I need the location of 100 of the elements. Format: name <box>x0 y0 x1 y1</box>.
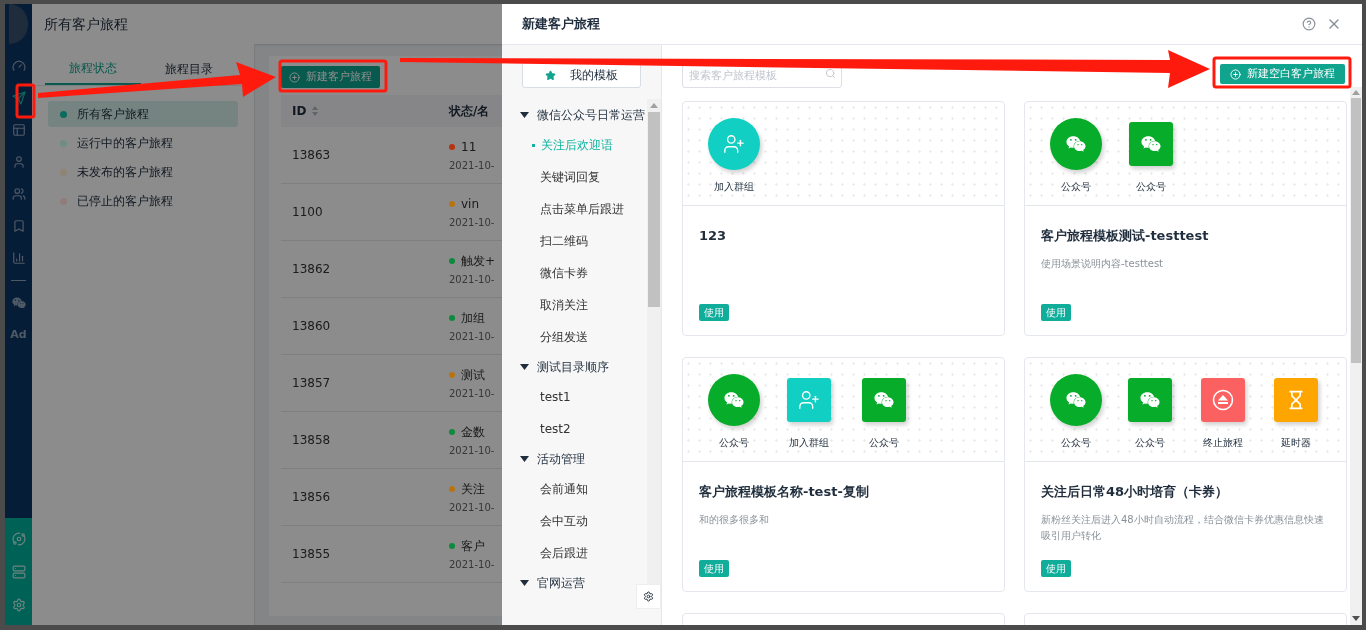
tree-item[interactable]: 微信卡券 <box>502 257 647 289</box>
orbit-icon[interactable] <box>11 531 26 546</box>
tree-item[interactable]: 点击菜单后跟进 <box>502 193 647 225</box>
table-cell-text: 13858 <box>291 432 332 449</box>
date-text: 2021-10- <box>449 386 495 401</box>
table-cell-text: 13857 <box>291 375 332 392</box>
node-label: 公众号 <box>1136 180 1166 194</box>
tree-group[interactable]: 官网运营 <box>502 569 647 593</box>
tree-item[interactable]: 取消关注 <box>502 289 647 321</box>
card-title: 客户旅程模板测试-testtest <box>1041 227 1210 245</box>
tree-item[interactable]: 会后跟进 <box>502 537 647 569</box>
filter-label: 所有客户旅程 <box>77 106 149 123</box>
tree-group[interactable]: 微信公众号日常运营 <box>502 101 647 129</box>
table-cell-text: 13863 <box>291 147 332 164</box>
card-description: 和的很多很多和 <box>699 512 770 527</box>
search-field[interactable]: 搜索客户旅程模板 <box>682 63 842 88</box>
chat-bubbles-icon <box>874 390 894 410</box>
card-title: 客户旅程模板名称-test-复制 <box>699 483 870 501</box>
filter-item[interactable]: 运行中的客户旅程 <box>48 130 238 156</box>
filter-label: 运行中的客户旅程 <box>77 135 173 152</box>
node-label: 终止旅程 <box>1203 436 1243 450</box>
node-label: 公众号 <box>1061 180 1091 194</box>
node-label: 公众号 <box>719 436 749 450</box>
node-label: 公众号 <box>1061 436 1091 450</box>
caret-icon <box>520 112 529 118</box>
template-card[interactable]: 公众号 加入群组 公众号 客户旅程模板名称-test-复制 和的很多很多和 使用 <box>682 357 1005 592</box>
caret-icon <box>520 364 529 370</box>
journey-name: 客户 <box>461 537 485 555</box>
card-description: 使用场景说明内容-testtest <box>1041 256 1165 271</box>
tree-item[interactable]: test2 <box>502 413 647 445</box>
date-text: 2021-10- <box>449 272 496 287</box>
card-description: 新粉丝关注后进入48小时自动流程，结合微信卡券优惠信息快速吸引用户转化 <box>1041 512 1325 543</box>
table-cell-text: 13855 <box>291 546 332 563</box>
user-plus-icon <box>723 133 745 155</box>
date-text: 2021-10- <box>449 329 495 344</box>
filter-label: 未发布的客户旅程 <box>77 164 173 181</box>
node-label: 公众号 <box>1135 436 1165 450</box>
settings-button[interactable] <box>636 584 661 609</box>
dashboard-icon[interactable] <box>11 59 26 73</box>
user-plus-icon <box>798 389 820 411</box>
table-cell-text: 13862 <box>291 261 332 278</box>
users-icon[interactable] <box>11 187 26 201</box>
filter-item[interactable]: 已停止的客户旅程 <box>48 188 238 214</box>
tree-item[interactable]: 会前通知 <box>502 473 647 505</box>
plus-icon <box>1230 68 1241 80</box>
search-icon <box>825 68 836 79</box>
scrollbar[interactable] <box>1350 87 1362 625</box>
eject-icon <box>1212 389 1234 411</box>
tree-item[interactable]: 会中互动 <box>502 505 647 537</box>
scroll-up-icon[interactable] <box>650 103 658 108</box>
bookmark-icon[interactable] <box>11 219 26 233</box>
send-icon[interactable] <box>11 91 26 105</box>
tree-group[interactable]: 活动管理 <box>502 445 647 473</box>
settings-icon[interactable] <box>11 597 26 612</box>
hourglass-icon <box>1286 390 1306 410</box>
date-text: 2021-10- <box>449 215 495 230</box>
logo-block <box>9 4 28 44</box>
bar-chart-icon[interactable] <box>11 251 26 265</box>
tree-item[interactable]: 扫二维码 <box>502 225 647 257</box>
node-label: 延时器 <box>1281 436 1311 450</box>
table-cell-text: 13856 <box>291 489 332 506</box>
scroll-thumb[interactable] <box>648 112 660 307</box>
tree-item[interactable]: 分组发送 <box>502 321 647 353</box>
date-text: 2021-10- <box>449 443 495 458</box>
tree-item[interactable]: test1 <box>502 381 647 413</box>
selected-marker <box>532 143 535 147</box>
filter-item[interactable]: 未发布的客户旅程 <box>48 159 238 185</box>
filter-item[interactable]: 所有客户旅程 <box>48 101 238 127</box>
template-card[interactable]: 公众号 公众号 客户旅程模板测试-testtest 使用场景说明内容-testtest 使用 <box>1024 101 1347 336</box>
date-text: 2021-10- <box>449 500 495 515</box>
template-card[interactable]: 加入群组 123 使用 <box>682 101 1005 336</box>
scroll-thumb[interactable] <box>1351 98 1361 363</box>
layout-icon[interactable] <box>11 123 26 137</box>
column-header[interactable]: ID <box>281 102 449 120</box>
table-cell-text: 1100 <box>291 204 324 221</box>
chat-bubbles-icon <box>1066 134 1086 154</box>
chat-bubbles-icon <box>1066 390 1086 410</box>
journey-name: 加组 <box>461 309 485 327</box>
card-title: 123 <box>699 227 728 245</box>
chat-bubbles-icon <box>1140 390 1160 410</box>
chat-bubbles-icon <box>1141 134 1161 154</box>
template-card[interactable]: 公众号 公众号 终止旅程 延时器 关注后日常48小时培育（卡券） 新粉丝关注后进入48小时自动流程，结合微信卡券优惠信息快速吸引用户转化 使用 <box>1024 357 1347 592</box>
journey-name: 关注 <box>461 480 485 498</box>
journey-name: 11 <box>461 138 477 156</box>
journey-name: 测试 <box>461 366 485 384</box>
journey-name: 金数 <box>461 423 485 441</box>
chat-bubbles-icon[interactable] <box>11 296 26 310</box>
chat-bubbles-icon <box>724 390 744 410</box>
help-icon[interactable] <box>1302 17 1316 31</box>
node-label: 加入群组 <box>714 180 754 194</box>
tree-group[interactable]: 测试目录顺序 <box>502 353 647 381</box>
server-icon[interactable] <box>11 564 26 579</box>
dialog-title: 新建客户旅程 <box>522 15 600 34</box>
user-icon[interactable] <box>11 155 26 169</box>
column-header: 状态/名 <box>449 103 490 120</box>
table-cell-text: 13860 <box>291 318 332 335</box>
scroll-up-icon[interactable] <box>1352 90 1360 95</box>
tree-item[interactable]: 关键词回复 <box>502 161 647 193</box>
date-text: 2021-10- <box>449 158 495 173</box>
node-label: 公众号 <box>869 436 899 450</box>
